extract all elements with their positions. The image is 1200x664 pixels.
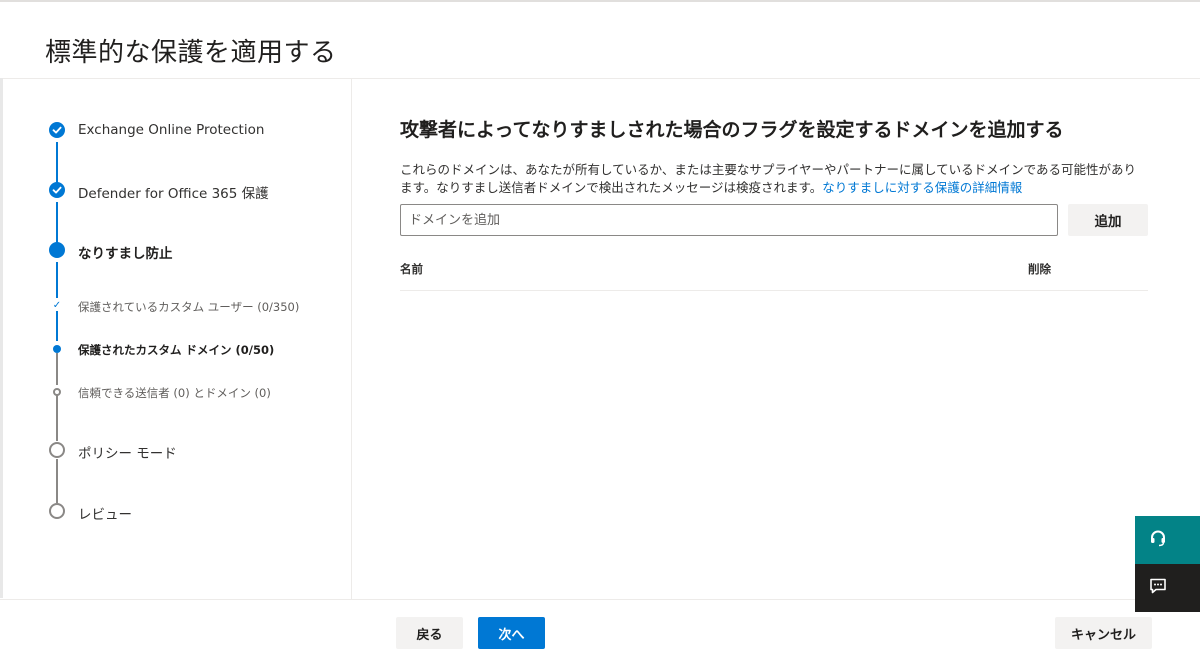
- step-label: レビュー: [78, 507, 132, 523]
- column-header-name[interactable]: 名前: [400, 261, 423, 277]
- check-icon: [49, 122, 65, 138]
- connector-line: [56, 395, 58, 441]
- check-icon: [49, 182, 65, 198]
- connector-line: [56, 202, 58, 244]
- headset-icon: [1149, 529, 1167, 551]
- step-label: なりすまし防止: [78, 246, 173, 262]
- step-label: Defender for Office 365 保護: [78, 186, 269, 202]
- empty-step-circle-icon: [49, 503, 65, 519]
- empty-step-circle-icon: [49, 442, 65, 458]
- step-label: ポリシー モード: [78, 446, 177, 462]
- small-check-icon: ✓: [52, 300, 62, 311]
- help-button[interactable]: [1135, 516, 1200, 564]
- step-label: Exchange Online Protection: [78, 122, 265, 138]
- substep-label: 保護されたカスタム ドメイン (0/50): [78, 343, 275, 357]
- section-title: 攻撃者によってなりすましされた場合のフラグを設定するドメインを追加する: [400, 119, 1064, 141]
- back-button[interactable]: 戻る: [396, 617, 463, 649]
- connector-line: [56, 262, 58, 298]
- page-title: 標準的な保護を適用する: [45, 38, 337, 68]
- add-domain-button[interactable]: 追加: [1068, 204, 1148, 236]
- current-step-dot-icon: [49, 242, 65, 258]
- empty-substep-dot-icon: [53, 388, 61, 396]
- substep-label: 信頼できる送信者 (0) とドメイン (0): [78, 386, 271, 400]
- learn-more-link[interactable]: なりすましに対する保護の詳細情報: [822, 180, 1022, 195]
- connector-line: [56, 353, 58, 385]
- section-description: これらのドメインは、あなたが所有しているか、または主要なサプライヤーやパートナー…: [400, 161, 1148, 197]
- connector-line: [56, 142, 58, 184]
- substep-label: 保護されているカスタム ユーザー (0/350): [78, 300, 300, 314]
- next-button[interactable]: 次へ: [478, 617, 545, 649]
- description-text: これらのドメインは、あなたが所有しているか、または主要なサプライヤーやパートナー…: [400, 162, 1137, 195]
- domain-table-header: 名前 削除: [400, 257, 1148, 291]
- top-border: [0, 0, 1200, 2]
- connector-line: [56, 459, 58, 503]
- footer-divider: [0, 599, 1200, 600]
- column-header-delete: 削除: [1028, 262, 1051, 276]
- cancel-button[interactable]: キャンセル: [1055, 617, 1152, 649]
- wizard-stepper: Exchange Online Protection Defender for …: [0, 79, 352, 599]
- domain-input[interactable]: [400, 204, 1058, 236]
- current-substep-dot-icon: [53, 345, 61, 353]
- feedback-icon: [1149, 577, 1167, 599]
- feedback-button[interactable]: [1135, 564, 1200, 612]
- connector-line: [56, 311, 58, 341]
